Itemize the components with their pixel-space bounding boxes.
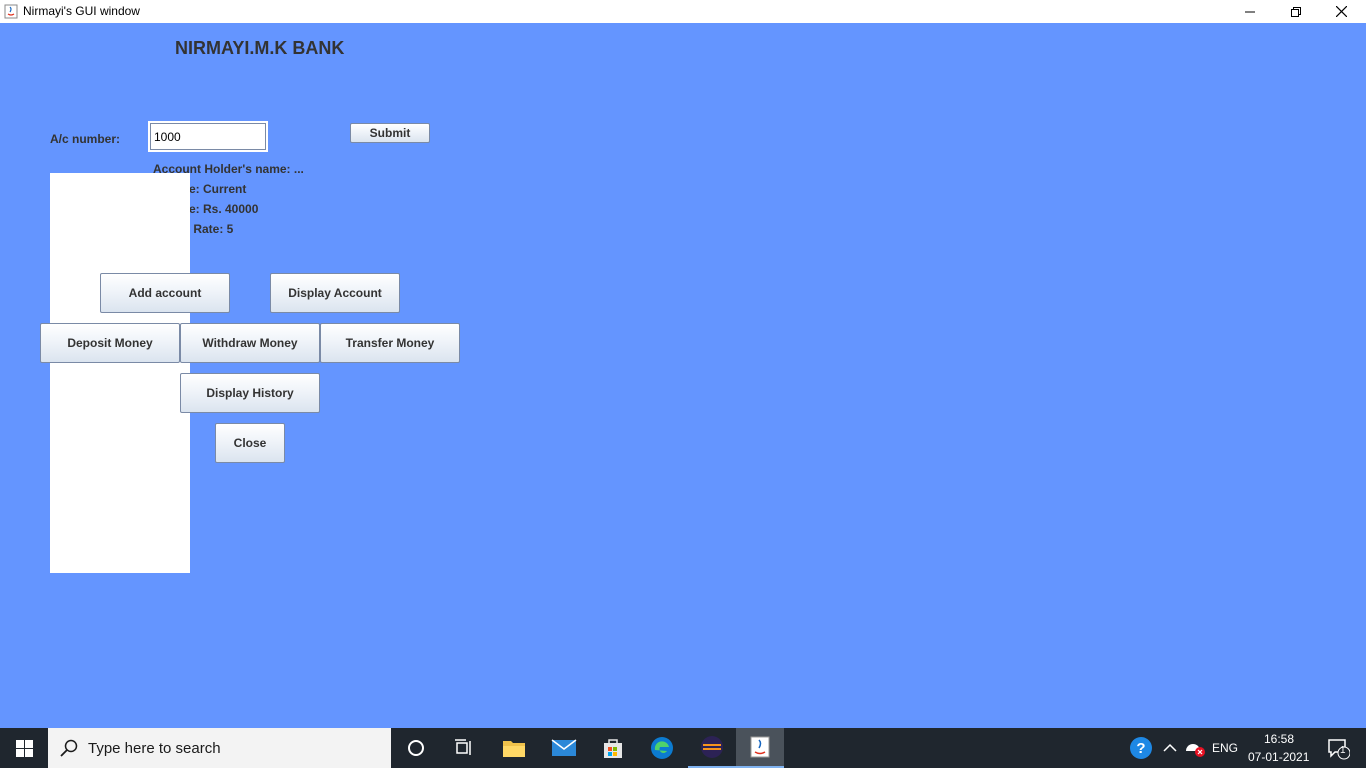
search-icon <box>60 739 78 757</box>
mail-icon <box>551 739 577 756</box>
eclipse-button[interactable] <box>688 728 736 768</box>
withdraw-money-button[interactable]: Withdraw Money <box>180 323 320 363</box>
close-icon <box>1335 6 1347 17</box>
eclipse-icon <box>701 736 723 758</box>
close-window-button[interactable] <box>1318 0 1364 23</box>
chevron-up-icon <box>1163 743 1177 752</box>
cortana-icon <box>408 740 424 756</box>
task-view-icon <box>455 739 471 755</box>
cortana-button[interactable] <box>392 728 440 768</box>
edge-button[interactable] <box>638 728 686 768</box>
add-account-label: Add account <box>128 286 202 300</box>
search-placeholder: Type here to search <box>88 740 221 757</box>
task-view-button[interactable] <box>440 728 488 768</box>
window-title: Nirmayi's GUI window <box>23 4 140 18</box>
java-app-icon <box>4 4 18 19</box>
edge-icon <box>651 737 673 759</box>
clock-date[interactable]: 07-01-2021 <box>1248 750 1309 764</box>
withdraw-money-label: Withdraw Money <box>202 336 298 350</box>
show-hidden-icons-button[interactable] <box>1158 728 1182 768</box>
app-client-area: NIRMAYI.M.K BANK A/c number: Submit Acco… <box>0 23 1366 728</box>
window-titlebar[interactable]: Nirmayi's GUI window <box>0 0 1366 24</box>
submit-button[interactable]: Submit <box>350 123 430 143</box>
java-app-taskbar-button[interactable] <box>736 728 784 768</box>
interest-rate: t Rate: 5 <box>186 222 234 236</box>
bank-title: NIRMAYI.M.K BANK <box>175 38 345 58</box>
display-history-button[interactable]: Display History <box>180 373 320 413</box>
account-type: e: Current <box>189 182 247 196</box>
submit-button-label: Submit <box>369 126 411 140</box>
close-label: Close <box>233 436 267 450</box>
notification-count: 1 <box>1340 745 1346 756</box>
deposit-money-button[interactable]: Deposit Money <box>40 323 180 363</box>
white-panel <box>50 173 190 573</box>
store-icon <box>604 739 622 758</box>
network-status-button[interactable] <box>1182 728 1208 768</box>
display-history-label: Display History <box>206 386 294 400</box>
deposit-money-label: Deposit Money <box>67 336 153 350</box>
account-number-input[interactable] <box>148 121 268 152</box>
restore-icon <box>1291 6 1301 17</box>
windows-icon <box>15 739 33 757</box>
mail-button[interactable] <box>540 728 588 768</box>
help-icon: ? <box>1130 737 1152 759</box>
java-icon <box>750 736 770 758</box>
display-account-label: Display Account <box>288 286 382 300</box>
transfer-money-button[interactable]: Transfer Money <box>320 323 460 363</box>
clock-time[interactable]: 16:58 <box>1264 732 1294 746</box>
folder-icon <box>503 741 525 757</box>
account-balance: e: Rs. 40000 <box>189 202 259 216</box>
taskbar: Type here to search ? ENG 16:58 07-01-20… <box>0 728 1366 768</box>
minimize-icon <box>1245 11 1255 12</box>
svg-text:?: ? <box>1136 740 1145 757</box>
notification-icon <box>1328 739 1350 760</box>
minimize-button[interactable] <box>1227 0 1273 23</box>
help-button[interactable]: ? <box>1128 728 1154 768</box>
display-account-button[interactable]: Display Account <box>270 273 400 313</box>
transfer-money-label: Transfer Money <box>345 336 435 350</box>
file-explorer-button[interactable] <box>490 728 538 768</box>
close-button[interactable]: Close <box>215 423 285 463</box>
add-account-button[interactable]: Add account <box>100 273 230 313</box>
action-center-button[interactable]: 1 <box>1318 728 1358 768</box>
restore-button[interactable] <box>1273 0 1319 23</box>
taskbar-search-box[interactable]: Type here to search <box>48 728 391 768</box>
start-button[interactable] <box>0 728 48 768</box>
store-button[interactable] <box>589 728 637 768</box>
network-offline-icon <box>1186 744 1205 757</box>
account-number-label: A/c number: <box>50 132 121 146</box>
input-language[interactable]: ENG <box>1212 741 1238 755</box>
